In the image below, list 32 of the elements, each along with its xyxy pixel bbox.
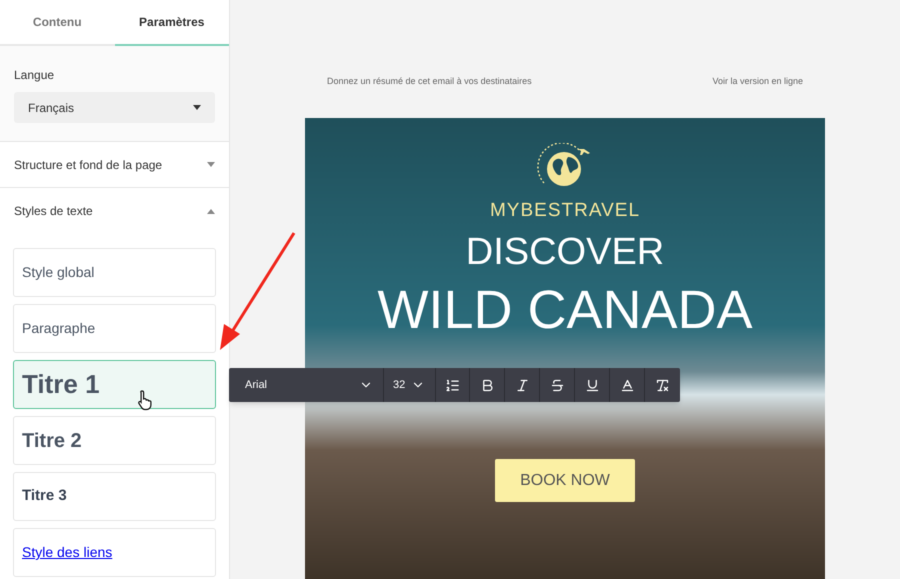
font-select[interactable]: Arial [229, 368, 384, 402]
text-color-icon [620, 378, 635, 392]
headline: DISCOVER [466, 233, 664, 271]
text-style-label: Style global [22, 263, 94, 282]
text-style-card[interactable]: Titre 1 [13, 360, 216, 409]
headline: WILD CANADA [377, 283, 753, 337]
online-version-link[interactable]: Voir la version en ligne [712, 75, 803, 88]
section-header[interactable]: Structure et fond de la page [0, 142, 229, 188]
language-select[interactable]: Français [14, 92, 215, 123]
text-style-card[interactable]: Style global [13, 248, 216, 297]
text-style-card[interactable]: Paragraphe [13, 304, 216, 353]
text-style-label: Paragraphe [22, 319, 96, 338]
text-style-label: Titre 2 [22, 428, 82, 454]
clear-format-icon [655, 378, 670, 392]
italic-icon [514, 378, 530, 392]
text-style-label: Titre 1 [22, 368, 100, 401]
text-style-label: Titre 3 [22, 486, 67, 506]
underline-icon [584, 378, 600, 392]
strikethrough-icon [550, 378, 565, 392]
text-style-card[interactable]: Titre 3 [13, 472, 216, 521]
text-style-card[interactable]: Titre 2 [13, 416, 216, 465]
preheader-text: Donnez un résumé de cet email à vos destinataires [327, 75, 532, 88]
language-label: Langue [14, 67, 56, 84]
collapse-caret-icon [207, 208, 215, 214]
text-style-label: Style des liens [22, 543, 112, 562]
brand-name: MYBESTRAVEL [490, 198, 640, 222]
text-style-card[interactable]: Style des liens [13, 528, 216, 577]
expand-caret-icon [207, 162, 215, 167]
book-now-button[interactable]: BOOK NOW [495, 459, 635, 502]
dropdown-caret-icon [193, 105, 201, 110]
section-header[interactable]: Styles de texte [0, 188, 229, 234]
font-size-select[interactable]: 32 [384, 368, 436, 402]
